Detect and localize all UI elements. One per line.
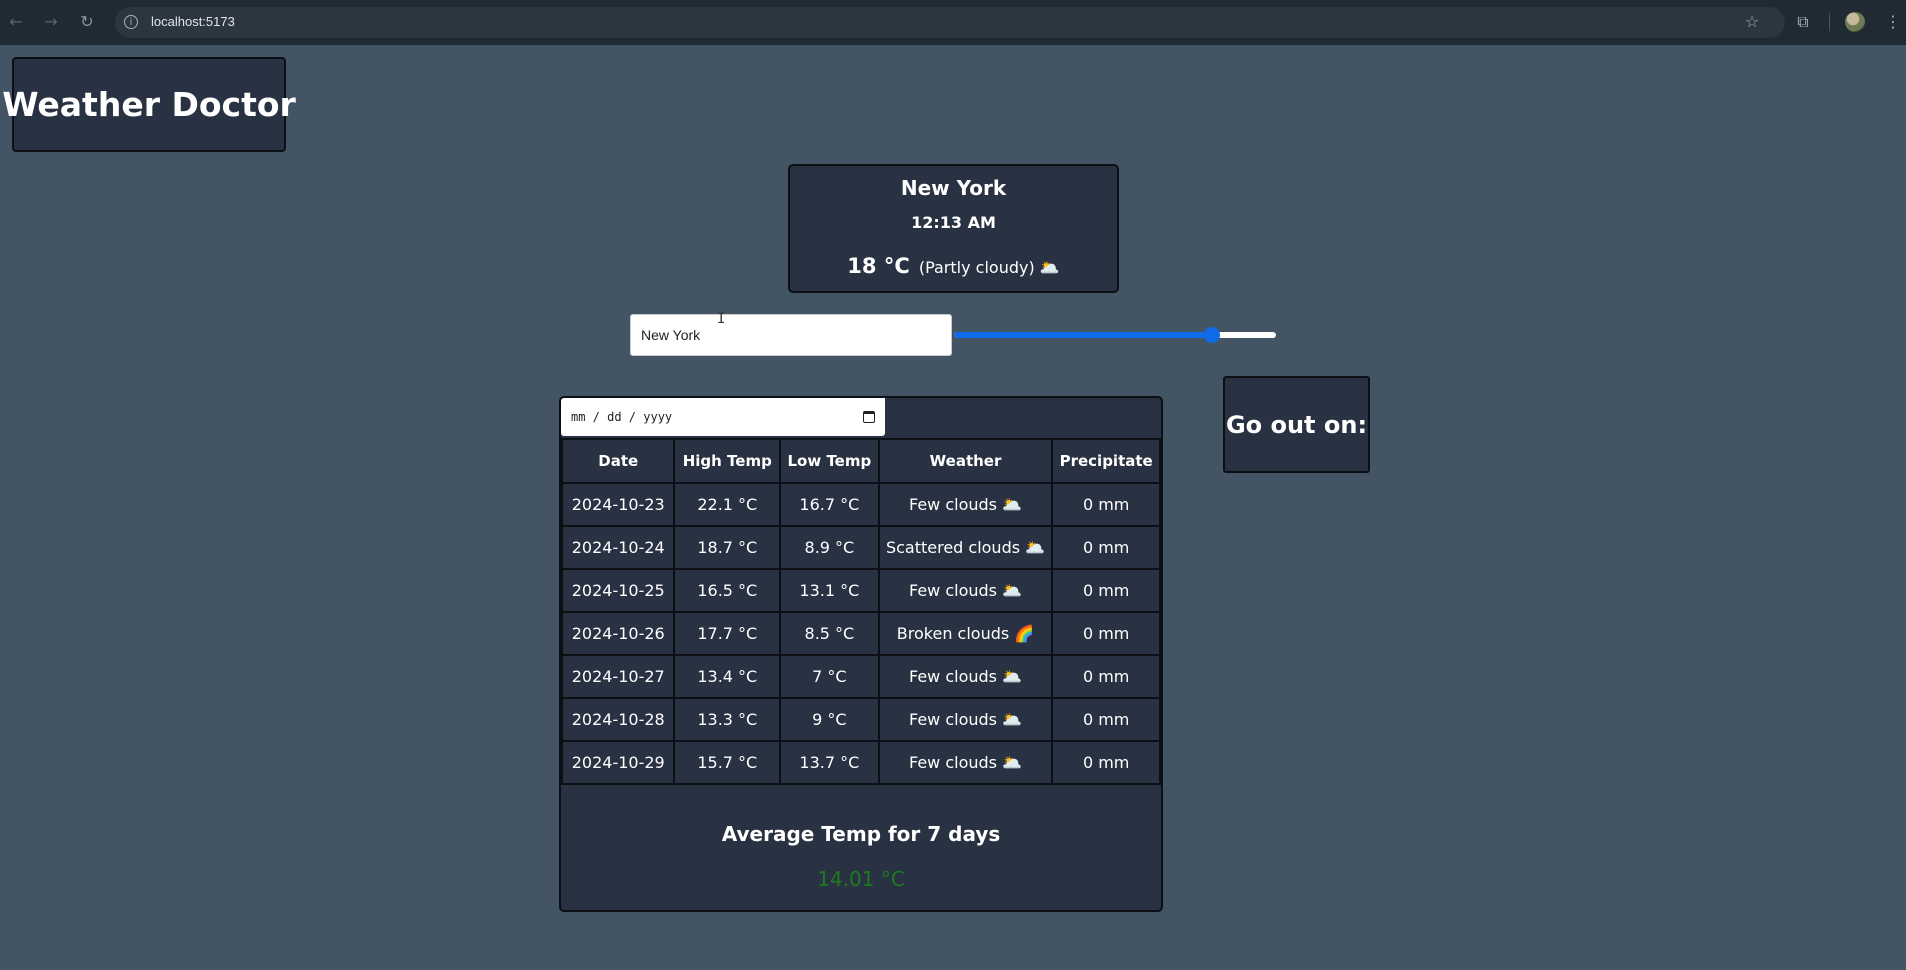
header-weather: Weather bbox=[877, 438, 1054, 484]
cell-high-temp: 15.7 °C bbox=[673, 740, 782, 785]
cell-low-temp: 9 °C bbox=[779, 697, 880, 742]
cell-weather: Broken clouds 🌈 bbox=[877, 611, 1054, 656]
cell-date: 2024-10-25 bbox=[560, 568, 676, 613]
current-condition: (Partly cloudy) 🌥️ bbox=[918, 258, 1060, 277]
table-row: 2024-10-24 18.7 °C 8.9 °C Scattered clou… bbox=[560, 525, 1161, 570]
app-title: Weather Doctor bbox=[2, 85, 296, 124]
table-row: 2024-10-28 13.3 °C 9 °C Few clouds 🌥️ 0 … bbox=[560, 697, 1161, 742]
header-date: Date bbox=[560, 438, 676, 484]
average-temp-title: Average Temp for 7 days bbox=[721, 822, 1001, 846]
back-icon[interactable]: ← bbox=[5, 11, 27, 33]
cell-low-temp: 7 °C bbox=[779, 654, 880, 699]
average-temp-value: 14.01 °C bbox=[817, 867, 905, 891]
header-high-temp: High Temp bbox=[673, 438, 782, 484]
cell-date: 2024-10-23 bbox=[560, 482, 676, 527]
current-city: New York bbox=[900, 176, 1007, 200]
cell-high-temp: 18.7 °C bbox=[673, 525, 782, 570]
cell-date: 2024-10-24 bbox=[560, 525, 676, 570]
menu-dots-icon[interactable]: ⋮ bbox=[1882, 11, 1904, 33]
cell-low-temp: 8.5 °C bbox=[779, 611, 880, 656]
table-row: 2024-10-26 17.7 °C 8.5 °C Broken clouds … bbox=[560, 611, 1161, 656]
toolbar-divider bbox=[1829, 13, 1830, 31]
range-slider[interactable] bbox=[954, 327, 1276, 343]
go-out-label: Go out on: bbox=[1225, 410, 1368, 439]
date-placeholder: mm / dd / yyyy bbox=[571, 410, 673, 424]
current-temp: 18 °C bbox=[847, 254, 910, 278]
current-temp-line: 18 °C (Partly cloudy) 🌥️ bbox=[790, 254, 1117, 278]
cell-precipitate: 0 mm bbox=[1051, 740, 1161, 785]
slider-fill bbox=[954, 332, 1212, 338]
city-search-input[interactable] bbox=[630, 314, 952, 356]
address-bar[interactable]: i localhost:5173 bbox=[115, 7, 1785, 38]
header-precipitate: Precipitate bbox=[1051, 438, 1161, 484]
cell-precipitate: 0 mm bbox=[1051, 697, 1161, 742]
cell-high-temp: 13.4 °C bbox=[673, 654, 782, 699]
table-row: 2024-10-25 16.5 °C 13.1 °C Few clouds 🌥️… bbox=[560, 568, 1161, 613]
url-text[interactable]: localhost:5173 bbox=[151, 14, 235, 29]
cell-high-temp: 16.5 °C bbox=[673, 568, 782, 613]
current-weather-card: New York 12:13 AM 18 °C (Partly cloudy) … bbox=[788, 164, 1119, 293]
bookmark-star-icon[interactable]: ☆ bbox=[1741, 11, 1763, 33]
header-low-temp: Low Temp bbox=[779, 438, 880, 484]
site-info-icon[interactable]: i bbox=[124, 15, 138, 29]
current-time: 12:13 AM bbox=[911, 213, 996, 232]
cell-date: 2024-10-26 bbox=[560, 611, 676, 656]
cell-low-temp: 13.1 °C bbox=[779, 568, 880, 613]
profile-avatar-icon[interactable] bbox=[1845, 12, 1865, 32]
cell-weather: Few clouds 🌥️ bbox=[877, 697, 1054, 742]
app-logo: Weather Doctor bbox=[2, 57, 296, 152]
cell-date: 2024-10-29 bbox=[560, 740, 676, 785]
cell-high-temp: 22.1 °C bbox=[673, 482, 782, 527]
cell-high-temp: 13.3 °C bbox=[673, 697, 782, 742]
cell-weather: Few clouds 🌥️ bbox=[877, 568, 1054, 613]
cell-weather: Scattered clouds 🌥️ bbox=[877, 525, 1054, 570]
cell-high-temp: 17.7 °C bbox=[673, 611, 782, 656]
calendar-icon[interactable] bbox=[863, 411, 875, 423]
slider-thumb[interactable] bbox=[1204, 327, 1220, 343]
cell-low-temp: 13.7 °C bbox=[779, 740, 880, 785]
cell-precipitate: 0 mm bbox=[1051, 482, 1161, 527]
cell-date: 2024-10-27 bbox=[560, 654, 676, 699]
cell-weather: Few clouds 🌥️ bbox=[877, 482, 1054, 527]
browser-toolbar: ← → ↻ i localhost:5173 ☆ ⧉ ⋮ bbox=[0, 0, 1906, 45]
extensions-icon[interactable]: ⧉ bbox=[1792, 11, 1814, 33]
cell-weather: Few clouds 🌥️ bbox=[877, 654, 1054, 699]
reload-icon[interactable]: ↻ bbox=[76, 11, 98, 33]
cell-precipitate: 0 mm bbox=[1051, 654, 1161, 699]
table-row: 2024-10-23 22.1 °C 16.7 °C Few clouds 🌥️… bbox=[560, 482, 1161, 527]
forecast-table: Date High Temp Low Temp Weather Precipit… bbox=[560, 438, 1161, 785]
date-picker-input[interactable]: mm / dd / yyyy bbox=[561, 398, 885, 436]
table-header-row: Date High Temp Low Temp Weather Precipit… bbox=[560, 438, 1161, 484]
cell-date: 2024-10-28 bbox=[560, 697, 676, 742]
forecast-panel: mm / dd / yyyy Date High Temp Low Temp W… bbox=[559, 396, 1163, 912]
cell-precipitate: 0 mm bbox=[1051, 611, 1161, 656]
text-cursor-icon: I bbox=[717, 311, 726, 327]
table-row: 2024-10-29 15.7 °C 13.7 °C Few clouds 🌥️… bbox=[560, 740, 1161, 785]
cell-low-temp: 8.9 °C bbox=[779, 525, 880, 570]
go-out-panel[interactable]: Go out on: bbox=[1223, 376, 1370, 473]
table-row: 2024-10-27 13.4 °C 7 °C Few clouds 🌥️ 0 … bbox=[560, 654, 1161, 699]
cell-weather: Few clouds 🌥️ bbox=[877, 740, 1054, 785]
cell-low-temp: 16.7 °C bbox=[779, 482, 880, 527]
cell-precipitate: 0 mm bbox=[1051, 525, 1161, 570]
cell-precipitate: 0 mm bbox=[1051, 568, 1161, 613]
forward-icon[interactable]: → bbox=[40, 11, 62, 33]
